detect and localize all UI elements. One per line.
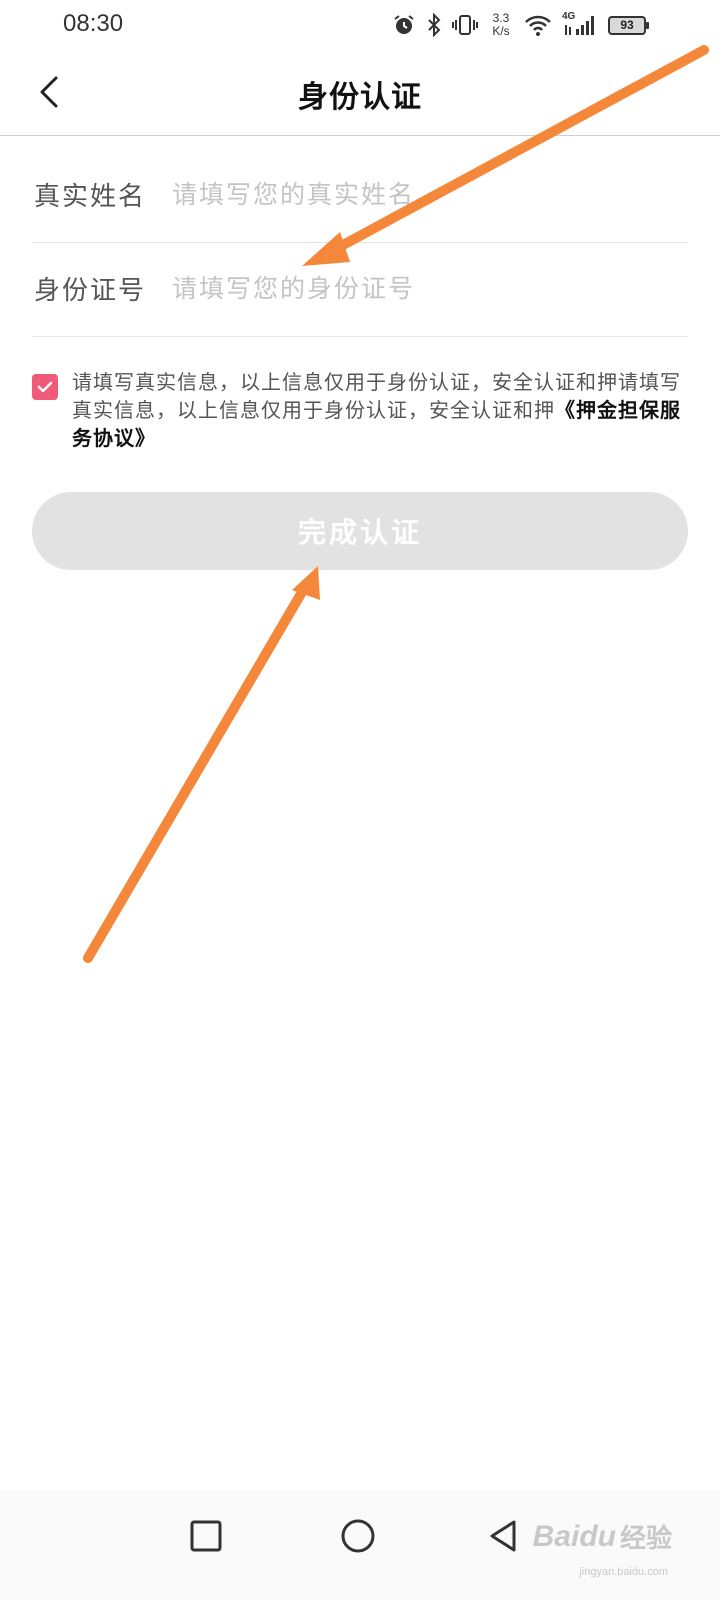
net-speed: 3.3 K/s xyxy=(492,11,510,38)
id-number-input[interactable] xyxy=(172,264,672,312)
nav-back-button[interactable] xyxy=(484,1514,528,1558)
triangle-back-icon xyxy=(490,1520,516,1552)
arrow-to-submit-button xyxy=(83,566,320,963)
watermark-url: jingyan.baidu.com xyxy=(579,1566,668,1578)
wifi-icon xyxy=(525,15,551,36)
watermark-cn: 经验 xyxy=(619,1524,672,1554)
battery-icon: 93 xyxy=(608,15,649,35)
page-title: 身份认证 xyxy=(298,80,422,115)
watermark-brand: Baidu xyxy=(532,1519,616,1553)
header: 身份认证 xyxy=(0,50,720,136)
recents-button[interactable] xyxy=(184,1514,228,1558)
baidu-jingyan-watermark: Baidu 经验 xyxy=(533,1518,672,1555)
real-name-input[interactable] xyxy=(172,170,672,218)
vibrate-icon xyxy=(452,15,478,35)
alarm-icon xyxy=(394,15,414,34)
check-icon xyxy=(37,381,53,393)
signal-icon xyxy=(565,16,594,35)
id-number-row: 身份证号 xyxy=(32,242,688,337)
status-time: 08:30 xyxy=(63,10,124,37)
home-button[interactable] xyxy=(336,1514,380,1558)
real-name-label: 真实姓名 xyxy=(34,182,147,212)
id-number-label: 身份证号 xyxy=(34,276,147,306)
agreement-text: 请填写真实信息，以上信息仅用于身份认证，安全认证和押请填写真实信息，以上信息仅用… xyxy=(72,368,684,452)
circle-icon xyxy=(341,1519,375,1553)
square-icon xyxy=(190,1520,222,1552)
real-name-row: 真实姓名 xyxy=(32,148,688,243)
status-icons: 3.3 K/s 4G 93 xyxy=(392,8,649,42)
signal-indicator: 4G xyxy=(562,11,598,37)
agreement-checkbox[interactable] xyxy=(32,374,58,400)
complete-verification-button[interactable]: 完成认证 xyxy=(32,492,688,570)
bluetooth-icon xyxy=(428,13,441,37)
status-bar: 08:30 3.3 K/s 4G 93 xyxy=(0,0,720,50)
battery-level: 93 xyxy=(620,18,634,32)
